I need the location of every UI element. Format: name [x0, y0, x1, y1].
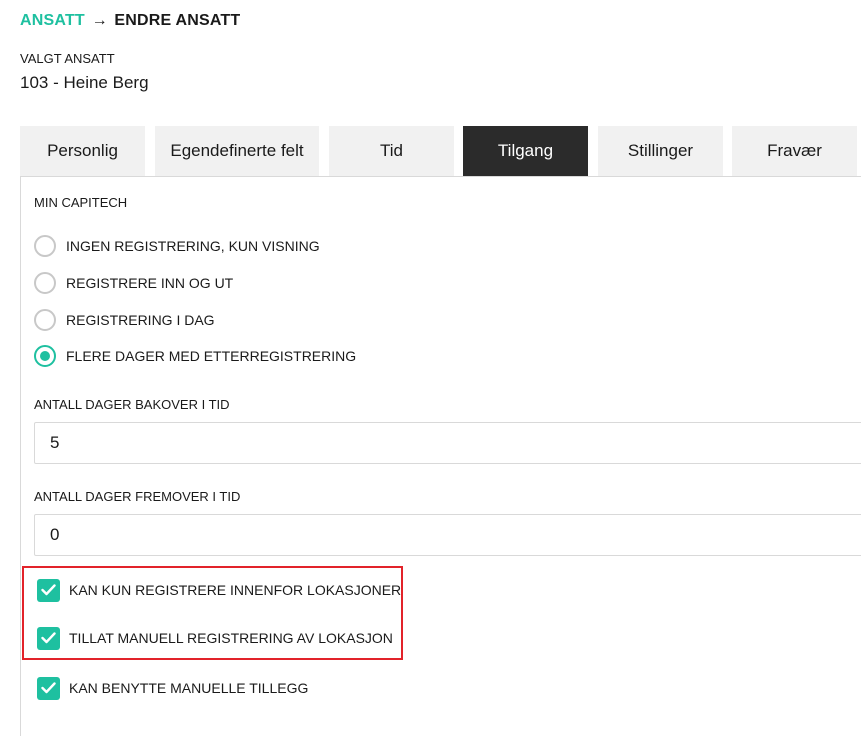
- checkbox-checked[interactable]: [37, 578, 60, 602]
- days-back-label: ANTALL DAGER BAKOVER I TID: [34, 397, 230, 412]
- tab-stillinger[interactable]: Stillinger: [598, 126, 723, 176]
- breadcrumb-parent-link[interactable]: ANSATT: [20, 12, 85, 29]
- days-forward-label: ANTALL DAGER FREMOVER I TID: [34, 489, 241, 504]
- radio-label: REGISTRERING I DAG: [66, 312, 215, 328]
- tab-bar: Personlig Egendefinerte felt Tid Tilgang…: [20, 126, 861, 176]
- check-icon: [41, 682, 56, 694]
- radio-button[interactable]: [34, 309, 56, 331]
- radio-button-selected[interactable]: [34, 345, 56, 367]
- radio-option-ingen-registrering[interactable]: INGEN REGISTRERING, KUN VISNING: [34, 233, 320, 259]
- tab-fravaer[interactable]: Fravær: [732, 126, 857, 176]
- radio-label: INGEN REGISTRERING, KUN VISNING: [66, 238, 320, 254]
- checkbox-row-kun-innenfor-lokasjoner[interactable]: KAN KUN REGISTRERE INNENFOR LOKASJONER: [37, 578, 401, 602]
- checkbox-label: KAN BENYTTE MANUELLE TILLEGG: [69, 680, 309, 696]
- days-forward-input[interactable]: [34, 514, 861, 556]
- checkbox-row-manuelle-tillegg[interactable]: KAN BENYTTE MANUELLE TILLEGG: [37, 676, 308, 700]
- radio-button[interactable]: [34, 272, 56, 294]
- checkbox-label: KAN KUN REGISTRERE INNENFOR LOKASJONER: [69, 582, 402, 598]
- radio-label: FLERE DAGER MED ETTERREGISTRERING: [66, 348, 357, 364]
- tab-egendefinerte-felt[interactable]: Egendefinerte felt: [155, 126, 319, 176]
- min-capitech-title: MIN CAPITECH: [34, 195, 128, 210]
- check-icon: [41, 584, 56, 596]
- checkbox-label: TILLAT MANUELL REGISTRERING AV LOKASJON: [69, 630, 393, 646]
- check-icon: [41, 632, 56, 644]
- selected-employee-value: 103 - Heine Berg: [20, 73, 149, 92]
- radio-option-registrering-i-dag[interactable]: REGISTRERING I DAG: [34, 307, 215, 333]
- tab-tid[interactable]: Tid: [329, 126, 454, 176]
- radio-label: REGISTRERE INN OG UT: [66, 275, 234, 291]
- radio-option-flere-dager[interactable]: FLERE DAGER MED ETTERREGISTRERING: [34, 343, 356, 369]
- checkbox-checked[interactable]: [37, 626, 60, 650]
- tab-tilgang[interactable]: Tilgang: [463, 126, 588, 176]
- days-back-input[interactable]: [34, 422, 861, 464]
- breadcrumb: ANSATT → ENDRE ANSATT: [20, 12, 240, 30]
- checkbox-checked[interactable]: [37, 676, 60, 700]
- checkbox-row-tillat-manuell-lokasjon[interactable]: TILLAT MANUELL REGISTRERING AV LOKASJON: [37, 626, 393, 650]
- radio-button[interactable]: [34, 235, 56, 257]
- breadcrumb-current: ENDRE ANSATT: [114, 12, 241, 29]
- breadcrumb-arrow-icon: →: [91, 12, 108, 29]
- selected-employee-label: VALGT ANSATT: [20, 51, 115, 66]
- radio-option-registrere-inn-og-ut[interactable]: REGISTRERE INN OG UT: [34, 270, 233, 296]
- tab-personlig[interactable]: Personlig: [20, 126, 145, 176]
